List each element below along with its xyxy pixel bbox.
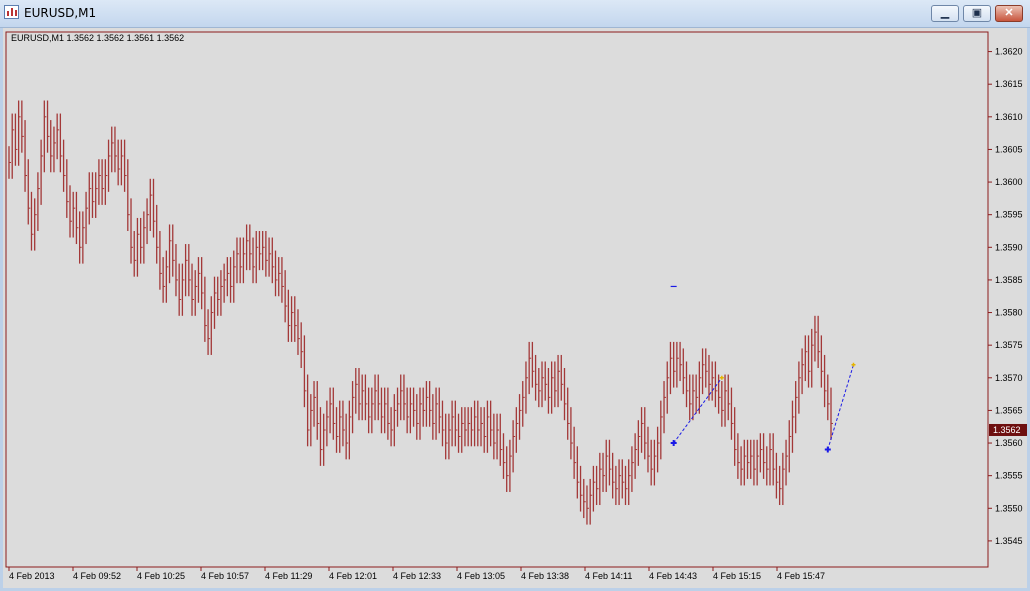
minimize-button[interactable]: ▁ bbox=[931, 5, 959, 22]
chart-window-icon bbox=[4, 5, 19, 19]
time-tick-label: 4 Feb 14:43 bbox=[649, 571, 697, 581]
price-chart[interactable]: EURUSD,M1 1.3562 1.3562 1.3561 1.3562 1.… bbox=[3, 28, 1027, 588]
price-tick-label: 1.3565 bbox=[995, 405, 1023, 415]
time-tick-label: 4 Feb 10:25 bbox=[137, 571, 185, 581]
price-tick-label: 1.3600 bbox=[995, 177, 1023, 187]
price-tick-label: 1.3560 bbox=[995, 438, 1023, 448]
time-tick-label: 4 Feb 2013 bbox=[9, 571, 55, 581]
price-tick-label: 1.3570 bbox=[995, 373, 1023, 383]
window-title: EURUSD,M1 bbox=[24, 6, 97, 20]
chart-frame[interactable]: EURUSD,M1 1.3562 1.3562 1.3561 1.3562 1.… bbox=[3, 28, 1027, 588]
time-tick-label: 4 Feb 12:33 bbox=[393, 571, 441, 581]
current-price-label: 1.3562 bbox=[993, 425, 1021, 435]
price-tick-label: 1.3580 bbox=[995, 308, 1023, 318]
restore-icon: ▣ bbox=[971, 7, 983, 19]
price-tick-label: 1.3595 bbox=[995, 210, 1023, 220]
chart-header: EURUSD,M1 1.3562 1.3562 1.3561 1.3562 bbox=[11, 33, 184, 43]
price-tick-label: 1.3590 bbox=[995, 242, 1023, 252]
restore-button[interactable]: ▣ bbox=[963, 5, 991, 22]
chart-window: EURUSD,M1 ▁ ▣ ✕ EURUSD,M1 1.3562 1.3562 … bbox=[0, 0, 1030, 591]
price-tick-label: 1.3615 bbox=[995, 79, 1023, 89]
price-tick-label: 1.3585 bbox=[995, 275, 1023, 285]
time-tick-label: 4 Feb 15:47 bbox=[777, 571, 825, 581]
price-tick-label: 1.3550 bbox=[995, 503, 1023, 513]
time-tick-label: 4 Feb 11:29 bbox=[265, 571, 312, 581]
time-tick-label: 4 Feb 15:15 bbox=[713, 571, 761, 581]
price-tick-label: 1.3555 bbox=[995, 471, 1023, 481]
time-tick-label: 4 Feb 13:05 bbox=[457, 571, 505, 581]
price-tick-label: 1.3610 bbox=[995, 112, 1023, 122]
close-icon: ✕ bbox=[1004, 7, 1014, 19]
price-tick-label: 1.3605 bbox=[995, 144, 1023, 154]
time-tick-label: 4 Feb 12:01 bbox=[329, 571, 377, 581]
price-tick-label: 1.3620 bbox=[995, 47, 1023, 57]
time-tick-label: 4 Feb 09:52 bbox=[73, 571, 121, 581]
close-button[interactable]: ✕ bbox=[995, 5, 1023, 22]
chart-background bbox=[3, 28, 1027, 588]
time-tick-label: 4 Feb 14:11 bbox=[585, 571, 632, 581]
time-tick-label: 4 Feb 13:38 bbox=[521, 571, 569, 581]
title-bar[interactable]: EURUSD,M1 ▁ ▣ ✕ bbox=[0, 0, 1030, 28]
price-tick-label: 1.3575 bbox=[995, 340, 1023, 350]
time-tick-label: 4 Feb 10:57 bbox=[201, 571, 249, 581]
minimize-icon: ▁ bbox=[940, 7, 950, 19]
price-tick-label: 1.3545 bbox=[995, 536, 1023, 546]
